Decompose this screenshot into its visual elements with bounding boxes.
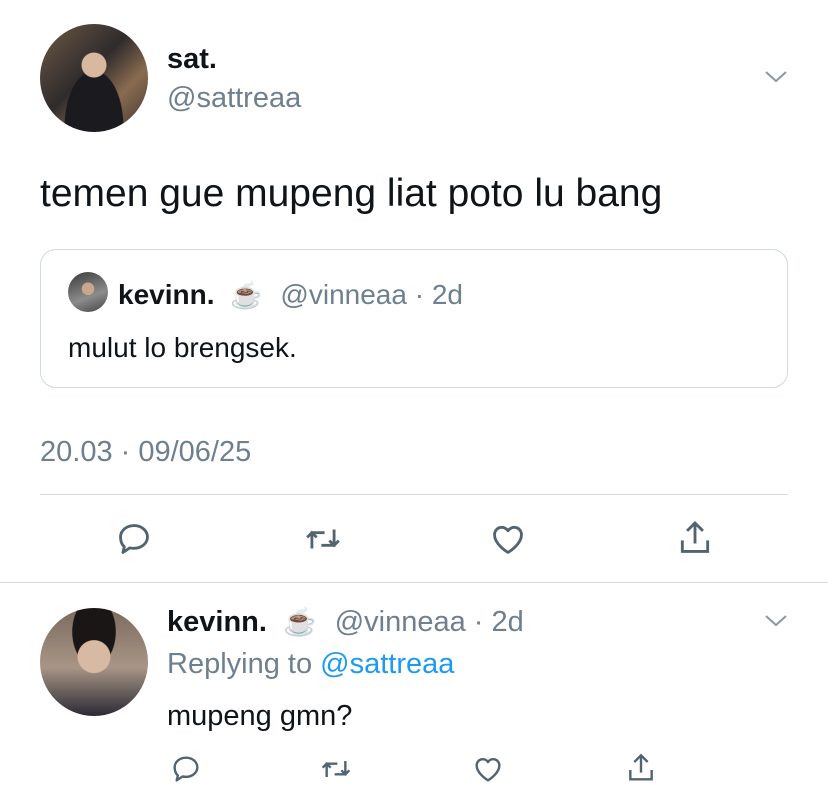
divider [40,494,788,495]
reply-display-name[interactable]: kevinn. [167,606,267,638]
retweet-button[interactable] [302,520,344,558]
divider [0,582,828,583]
replying-to-handle[interactable]: @sattreaa [320,648,454,680]
replying-to: Replying to @sattreaa [167,648,454,681]
quoted-text: mulut lo brengsek. [68,332,297,363]
quoted-header: kevinn. ☕ @vinneaa · 2d [118,279,463,311]
quoted-display-name: kevinn. [118,279,215,310]
share-button[interactable] [625,751,657,785]
like-button[interactable] [489,520,527,558]
author-avatar[interactable] [40,24,148,132]
chevron-down-icon[interactable] [765,615,787,627]
quoted-author-avatar [68,272,108,312]
like-icon [489,520,527,558]
reply-author-avatar[interactable] [40,608,148,716]
reply-age: · 2d [473,606,524,638]
tweet-timestamp[interactable]: 20.03 · 09/06/25 [40,436,251,469]
author-display-name[interactable]: sat. [167,43,217,76]
like-button[interactable] [472,753,504,785]
retweet-icon [302,520,344,558]
retweet-icon [318,753,354,785]
replying-to-label: Replying to [167,648,313,680]
share-icon [625,751,657,785]
reply-text: mupeng gmn? [167,700,353,732]
reply-header: kevinn. ☕ @vinneaa · 2d [167,606,524,639]
reply-button[interactable] [115,520,153,558]
reply-icon [115,520,153,558]
reply-icon [170,753,202,785]
retweet-button[interactable] [318,753,354,785]
coffee-emoji: ☕ [283,607,317,637]
author-handle[interactable]: @sattreaa [167,82,301,115]
like-icon [472,753,504,785]
tweet-text: temen gue mupeng liat poto lu bang [40,172,663,215]
share-icon [676,518,714,558]
reply-handle[interactable]: @vinneaa [335,606,466,638]
quoted-tweet-card[interactable] [40,249,788,388]
share-button[interactable] [676,518,714,558]
quoted-age: · 2d [414,279,463,310]
quoted-handle: @vinneaa [280,279,407,310]
reply-button[interactable] [170,753,202,785]
chevron-down-icon[interactable] [765,71,787,83]
coffee-emoji: ☕ [230,280,263,310]
